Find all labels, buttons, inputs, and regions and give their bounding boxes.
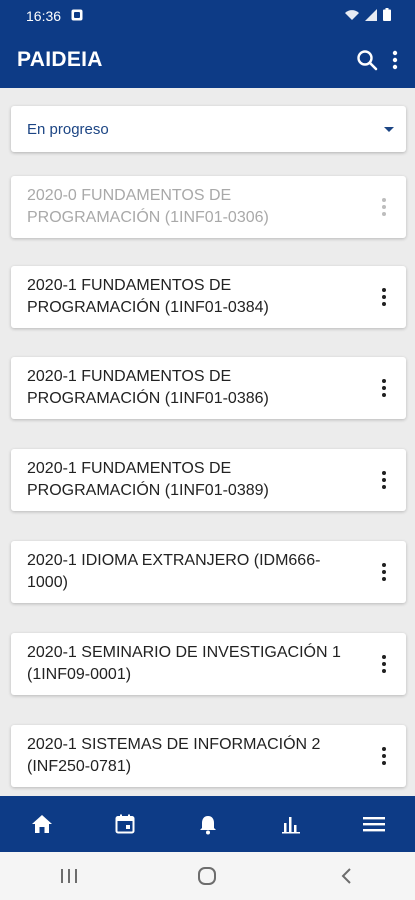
course-title: 2020-1 FUNDAMENTOS DE PROGRAMACIÓN (1INF… (27, 368, 269, 407)
wifi-icon (344, 8, 360, 24)
status-filter-value: En progreso (27, 120, 109, 138)
app-bar: PAIDEIA (0, 32, 415, 88)
status-right (344, 8, 391, 24)
course-list-area[interactable]: En progreso 2020-0 FUNDAMENTOS DE PROGRA… (0, 88, 415, 796)
course-card[interactable]: 2020-1 IDIOMA EXTRANJERO (IDM666-1000) (11, 541, 406, 603)
course-title: 2020-1 SISTEMAS DE INFORMACIÓN 2 (INF250… (27, 736, 321, 775)
course-title: 2020-0 FUNDAMENTOS DE PROGRAMACIÓN (1INF… (27, 187, 269, 226)
stats-icon[interactable] (249, 796, 332, 852)
course-title: 2020-1 FUNDAMENTOS DE PROGRAMACIÓN (1INF… (27, 277, 269, 316)
overflow-menu-icon[interactable] (391, 49, 399, 71)
battery-icon (383, 8, 391, 24)
course-title: 2020-1 SEMINARIO DE INVESTIGACIÓN 1 (1IN… (27, 644, 341, 683)
course-card[interactable]: 2020-1 FUNDAMENTOS DE PROGRAMACIÓN (1INF… (11, 266, 406, 328)
menu-icon[interactable] (332, 796, 415, 852)
status-filter-dropdown[interactable]: En progreso (11, 106, 406, 152)
home-icon[interactable] (0, 796, 83, 852)
course-title: 2020-1 IDIOMA EXTRANJERO (IDM666-1000) (27, 552, 321, 591)
more-options-icon[interactable] (376, 194, 392, 220)
course-card[interactable]: 2020-0 FUNDAMENTOS DE PROGRAMACIÓN (1INF… (11, 176, 406, 238)
course-card[interactable]: 2020-1 SISTEMAS DE INFORMACIÓN 2 (INF250… (11, 725, 406, 787)
status-left: 16:36 (26, 8, 83, 24)
search-icon[interactable] (355, 48, 379, 72)
notification-icon (71, 8, 83, 24)
more-options-icon[interactable] (376, 467, 392, 493)
course-card[interactable]: 2020-1 FUNDAMENTOS DE PROGRAMACIÓN (1INF… (11, 449, 406, 511)
app-title: PAIDEIA (17, 48, 103, 71)
more-options-icon[interactable] (376, 284, 392, 310)
home-circle-icon[interactable] (177, 852, 237, 900)
back-icon[interactable] (316, 852, 376, 900)
course-title: 2020-1 FUNDAMENTOS DE PROGRAMACIÓN (1INF… (27, 460, 269, 499)
app-actions (355, 48, 399, 72)
status-time: 16:36 (26, 8, 62, 24)
more-options-icon[interactable] (376, 375, 392, 401)
calendar-icon[interactable] (83, 796, 166, 852)
chevron-down-icon (384, 126, 394, 132)
system-navigation-bar (0, 852, 415, 900)
more-options-icon[interactable] (376, 743, 392, 769)
course-card[interactable]: 2020-1 FUNDAMENTOS DE PROGRAMACIÓN (1INF… (11, 357, 406, 419)
course-card[interactable]: 2020-1 SEMINARIO DE INVESTIGACIÓN 1 (1IN… (11, 633, 406, 695)
more-options-icon[interactable] (376, 651, 392, 677)
notifications-icon[interactable] (166, 796, 249, 852)
bottom-navigation (0, 796, 415, 852)
recent-apps-icon[interactable] (39, 852, 99, 900)
status-bar: 16:36 (0, 0, 415, 32)
more-options-icon[interactable] (376, 559, 392, 585)
signal-icon (365, 8, 378, 24)
